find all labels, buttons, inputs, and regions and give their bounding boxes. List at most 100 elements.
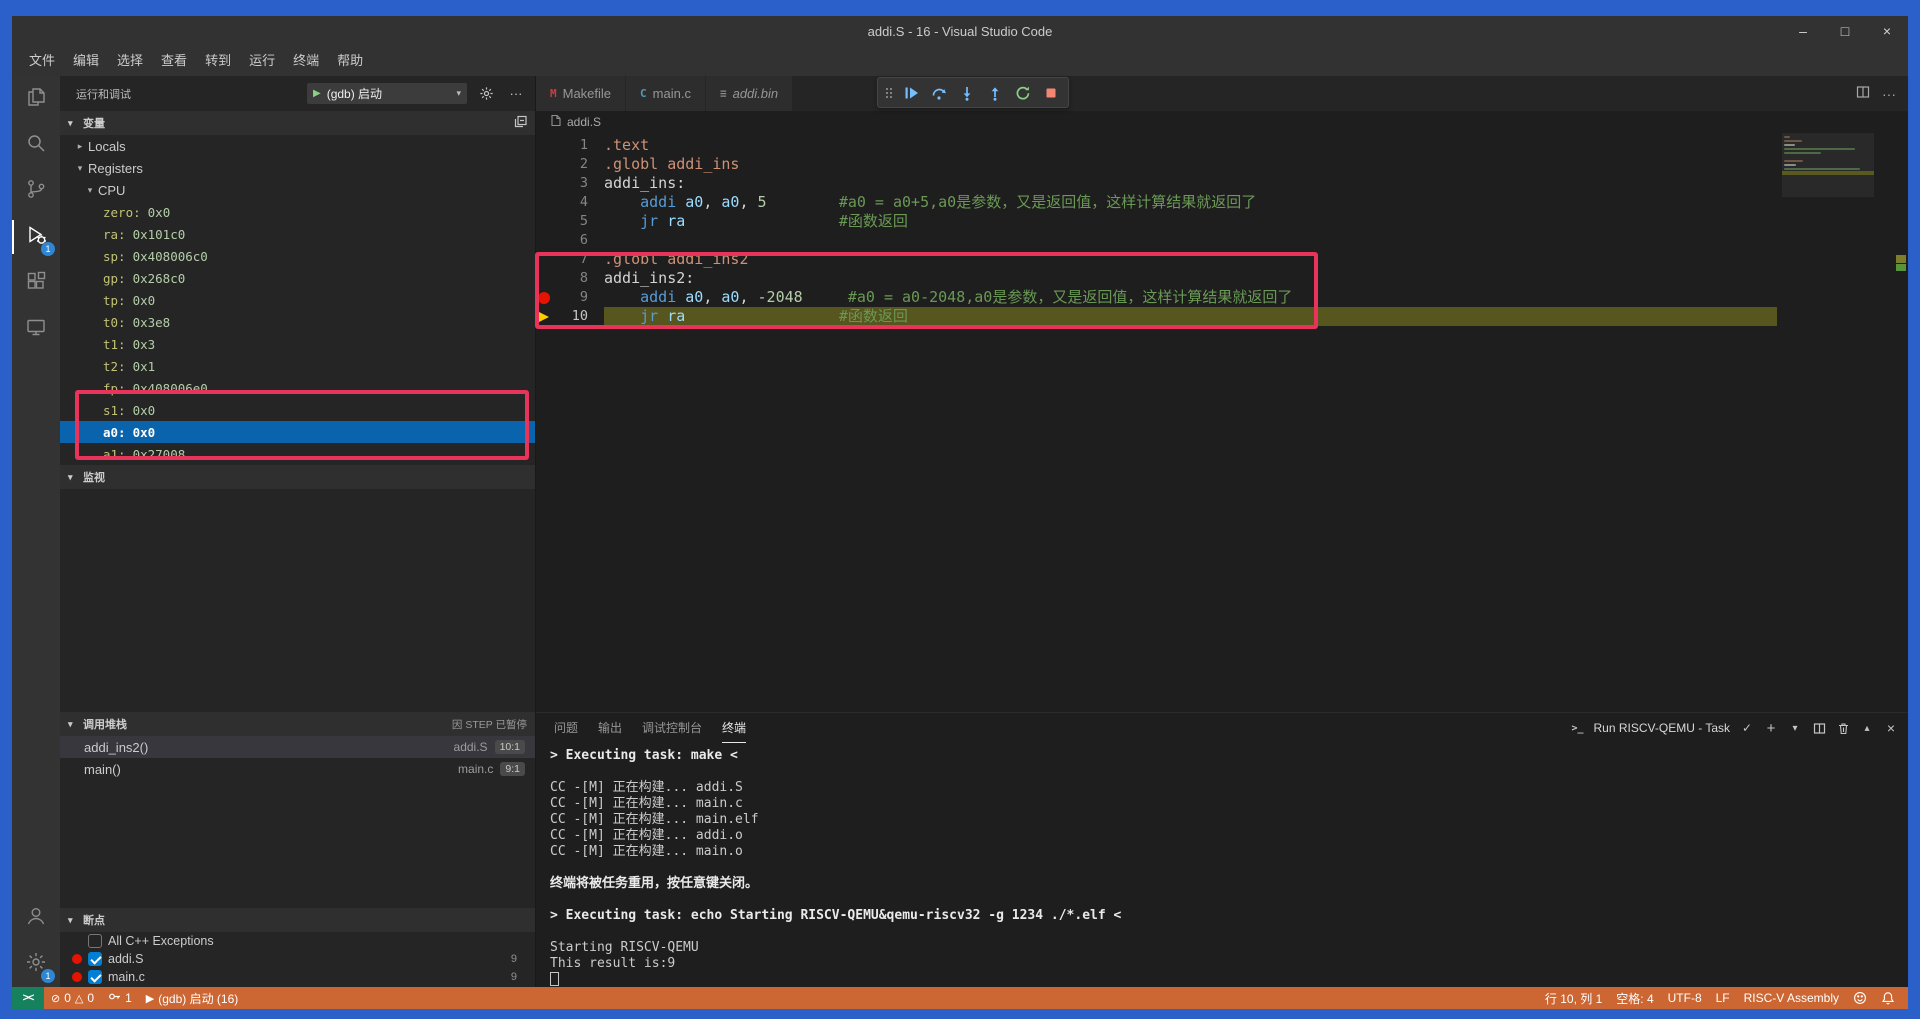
code-line[interactable]: 4 addi a0, a0, 5 #a0 = a0+5,a0是参数，又是返回值，… bbox=[536, 193, 1782, 212]
breadcrumb[interactable]: addi.S bbox=[536, 111, 1908, 133]
indentation-setting[interactable]: 空格: 4 bbox=[1609, 987, 1660, 1009]
tab-Makefile[interactable]: M Makefile bbox=[536, 76, 627, 111]
step-over-button[interactable] bbox=[926, 80, 952, 106]
register-row[interactable]: t1: 0x3 bbox=[60, 333, 535, 355]
remote-indicator[interactable]: >< bbox=[12, 987, 44, 1009]
cursor-position[interactable]: 行 10, 列 1 bbox=[1538, 987, 1609, 1009]
register-row[interactable]: a0: 0x0 bbox=[60, 421, 535, 443]
register-row[interactable]: gp: 0x268c0 bbox=[60, 267, 535, 289]
problems-indicator[interactable]: ⊘ 0 △ 0 bbox=[44, 987, 101, 1009]
code-line[interactable]: 8 addi_ins2: bbox=[536, 269, 1782, 288]
checkbox[interactable] bbox=[88, 970, 102, 984]
register-row[interactable]: a1: 0x27008 bbox=[60, 443, 535, 465]
panel-tab[interactable]: 输出 bbox=[598, 713, 622, 743]
continue-button[interactable] bbox=[898, 80, 924, 106]
tree-item-locals[interactable]: ▸ Locals bbox=[60, 135, 535, 157]
checkbox[interactable] bbox=[88, 934, 102, 948]
tree-item-cpu[interactable]: ▾ CPU bbox=[60, 179, 535, 201]
register-row[interactable]: tp: 0x0 bbox=[60, 289, 535, 311]
activity-item-explorer[interactable] bbox=[12, 76, 60, 122]
minimize-button[interactable]: – bbox=[1782, 16, 1824, 46]
menu-item[interactable]: 运行 bbox=[240, 50, 284, 72]
code-line[interactable]: 6 bbox=[536, 231, 1782, 250]
minimap[interactable] bbox=[1782, 136, 1874, 176]
breakpoints-section-header[interactable]: ▾ 断点 bbox=[60, 908, 535, 932]
register-row[interactable]: t0: 0x3e8 bbox=[60, 311, 535, 333]
more-actions-icon[interactable]: ··· bbox=[1882, 86, 1896, 102]
menu-item[interactable]: 帮助 bbox=[328, 50, 372, 72]
close-button[interactable]: × bbox=[1866, 16, 1908, 46]
bell-icon[interactable] bbox=[1874, 987, 1902, 1009]
maximize-button[interactable]: □ bbox=[1824, 16, 1866, 46]
key-indicator[interactable]: 1 bbox=[101, 987, 139, 1009]
code-line[interactable]: 9 addi a0, a0, -2048 #a0 = a0-2048,a0是参数… bbox=[536, 288, 1782, 307]
code-line[interactable]: 2 .globl addi_ins bbox=[536, 155, 1782, 174]
activity-item-remote-explorer[interactable] bbox=[12, 306, 60, 352]
language-mode[interactable]: RISC-V Assembly bbox=[1737, 987, 1846, 1009]
tree-item-registers[interactable]: ▾ Registers bbox=[60, 157, 535, 179]
breakpoint-row[interactable]: addi.S 9 bbox=[60, 950, 535, 968]
panel-tab[interactable]: 调试控制台 bbox=[642, 713, 702, 743]
debug-session-indicator[interactable]: ▶ (gdb) 启动 (16) bbox=[139, 987, 246, 1009]
debug-settings-gear-icon[interactable] bbox=[475, 83, 497, 105]
step-into-button[interactable] bbox=[954, 80, 980, 106]
tab-main.c[interactable]: Cmain.c bbox=[626, 76, 706, 111]
breakpoint-row[interactable]: main.c 9 bbox=[60, 968, 535, 986]
feedback-icon[interactable] bbox=[1846, 987, 1874, 1009]
split-terminal-icon[interactable] bbox=[1812, 722, 1826, 735]
register-row[interactable]: fp: 0x408006e0 bbox=[60, 377, 535, 399]
register-row[interactable]: t2: 0x1 bbox=[60, 355, 535, 377]
encoding-setting[interactable]: UTF-8 bbox=[1661, 987, 1709, 1009]
more-actions-icon[interactable]: ··· bbox=[505, 83, 527, 105]
stack-frame[interactable]: addi_ins2() addi.S 10:1 bbox=[60, 736, 535, 758]
tab-addi.bin[interactable]: ≡ addi.bin bbox=[705, 76, 794, 111]
register-row[interactable]: zero: 0x0 bbox=[60, 201, 535, 223]
activity-item-source-control[interactable] bbox=[12, 168, 60, 214]
register-row[interactable]: s1: 0x0 bbox=[60, 399, 535, 421]
stack-frame[interactable]: main() main.c 9:1 bbox=[60, 758, 535, 780]
call-stack-section-header[interactable]: ▾ 调用堆栈 因 STEP 已暂停 bbox=[60, 712, 535, 736]
watch-section-header[interactable]: ▾ 监视 bbox=[60, 465, 535, 489]
panel-tab[interactable]: 问题 bbox=[554, 713, 578, 743]
panel-tab[interactable]: 终端 bbox=[722, 713, 746, 743]
menu-item[interactable]: 选择 bbox=[108, 50, 152, 72]
code-line[interactable]: 1 .text bbox=[536, 136, 1782, 155]
restart-button[interactable] bbox=[1010, 80, 1036, 106]
collapse-all-icon[interactable] bbox=[514, 115, 527, 131]
kill-terminal-icon[interactable] bbox=[1836, 722, 1850, 735]
activity-item-settings[interactable]: 1 bbox=[12, 941, 60, 987]
close-panel-icon[interactable]: × bbox=[1884, 720, 1898, 736]
drag-handle-icon[interactable] bbox=[882, 85, 896, 101]
breakpoint-row[interactable]: All C++ Exceptions bbox=[60, 932, 535, 950]
terminal-name-label[interactable]: Run RISCV-QEMU - Task bbox=[1594, 721, 1730, 735]
register-row[interactable]: sp: 0x408006c0 bbox=[60, 245, 535, 267]
breakpoint-icon[interactable] bbox=[538, 291, 550, 304]
split-editor-icon[interactable] bbox=[1856, 85, 1870, 102]
launch-config-dropdown[interactable]: ▶ (gdb) 启动 ▾ bbox=[307, 83, 467, 104]
checkbox[interactable] bbox=[88, 952, 102, 966]
variables-section-header[interactable]: ▾ 变量 bbox=[60, 111, 535, 135]
menu-item[interactable]: 文件 bbox=[20, 50, 64, 72]
code-line[interactable]: 7 .globl addi_ins2 bbox=[536, 250, 1782, 269]
new-terminal-button[interactable]: + bbox=[1764, 720, 1778, 737]
menu-item[interactable]: 编辑 bbox=[64, 50, 108, 72]
stop-button[interactable] bbox=[1038, 80, 1064, 106]
menu-item[interactable]: 终端 bbox=[284, 50, 328, 72]
step-out-button[interactable] bbox=[982, 80, 1008, 106]
maximize-panel-icon[interactable]: ▴ bbox=[1860, 723, 1874, 734]
code-line[interactable]: 3 addi_ins: bbox=[536, 174, 1782, 193]
menu-item[interactable]: 转到 bbox=[196, 50, 240, 72]
terminal-output[interactable]: > Executing task: make < CC -[M] 正在构建... … bbox=[536, 743, 1908, 987]
code-editor[interactable]: 1 .text 2 .globl addi_ins 3 addi_ins: 4 addi a… bbox=[536, 133, 1908, 712]
code-line[interactable]: 5 jr ra #函数返回 bbox=[536, 212, 1782, 231]
activity-item-run-and-debug[interactable]: 1 bbox=[12, 214, 60, 260]
activity-item-extensions[interactable] bbox=[12, 260, 60, 306]
eol-setting[interactable]: LF bbox=[1709, 987, 1737, 1009]
start-debugging-icon[interactable]: ▶ bbox=[313, 88, 321, 99]
register-row[interactable]: ra: 0x101c0 bbox=[60, 223, 535, 245]
activity-item-search[interactable] bbox=[12, 122, 60, 168]
chevron-down-icon[interactable]: ▾ bbox=[1788, 723, 1802, 734]
code-line[interactable]: 10 jr ra #函数返回 bbox=[536, 307, 1782, 326]
menu-item[interactable]: 查看 bbox=[152, 50, 196, 72]
activity-item-account[interactable] bbox=[12, 895, 60, 941]
